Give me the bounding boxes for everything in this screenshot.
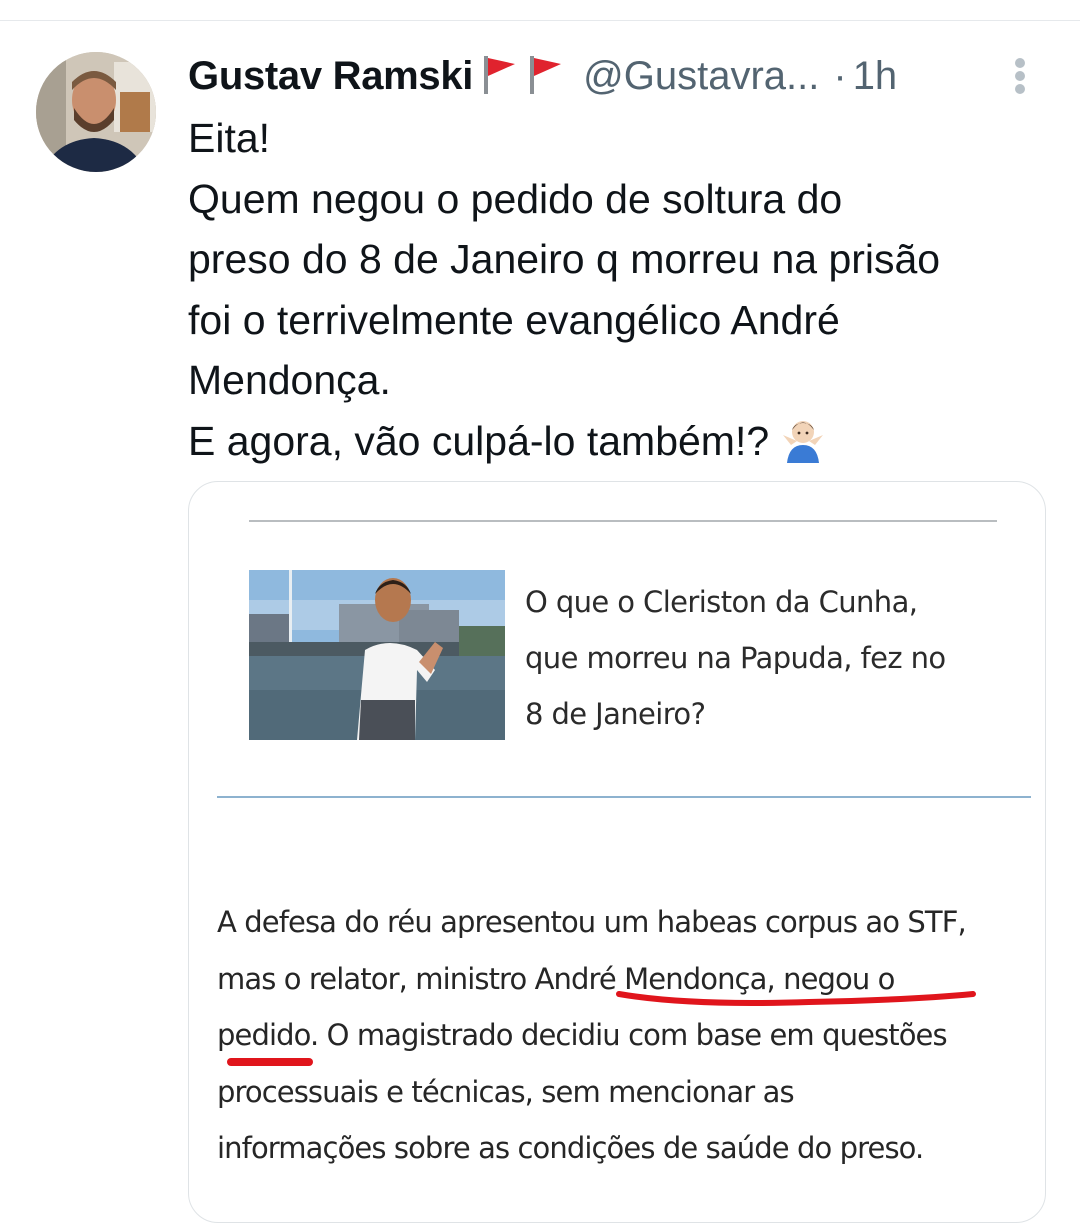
red-flag-icon xyxy=(525,52,565,101)
avatar[interactable] xyxy=(36,52,156,172)
tweet-line-last: E agora, vão culpá-lo também!? xyxy=(188,411,1058,480)
top-divider xyxy=(0,20,1080,21)
headline-line: que morreu na Papuda, fez no xyxy=(525,641,946,675)
person-shrugging-icon xyxy=(777,415,829,480)
tweet-header: Gustav Ramski @Gustavra... · 1h xyxy=(188,48,897,104)
excerpt-line: informações sobre as condições de saúde … xyxy=(217,1131,924,1165)
article-excerpt: A defesa do réu apresentou um habeas cor… xyxy=(217,894,1037,1177)
avatar-photo xyxy=(36,52,156,172)
tweet-line: E agora, vão culpá-lo também!? xyxy=(188,417,770,464)
handle[interactable]: @Gustavra... xyxy=(583,54,819,99)
tweet-line: Mendonça. xyxy=(188,357,391,403)
tweet-line: foi o terrivelmente evangélico André xyxy=(188,296,840,343)
excerpt-line: processuais e técnicas, sem mencionar as xyxy=(217,1074,795,1109)
tweet-line: Quem negou o pedido de soltura do xyxy=(188,175,843,222)
card-divider xyxy=(249,520,997,522)
headline-line: 8 de Janeiro? xyxy=(525,697,706,731)
excerpt-line: mas o relator, ministro André Mendonça, … xyxy=(217,961,895,996)
tweet-line: preso do 8 de Janeiro q morreu na prisão xyxy=(188,236,941,282)
red-flag-icon xyxy=(479,52,519,101)
more-options-icon[interactable] xyxy=(1006,56,1034,96)
article-headline[interactable]: O que o Cleriston da Cunha, que morreu n… xyxy=(525,574,1005,742)
excerpt-line: A defesa do réu apresentou um habeas cor… xyxy=(217,905,967,939)
excerpt-line: pedido. O magistrado decidiu com base em… xyxy=(217,1018,948,1052)
separator-dot: · xyxy=(833,53,847,98)
timestamp[interactable]: 1h xyxy=(853,54,898,99)
article-separator xyxy=(217,796,1031,798)
tweet-line: Eita! xyxy=(188,115,271,161)
tweet-text: Eita! Quem negou o pedido de soltura do … xyxy=(188,108,1058,479)
link-card[interactable]: O que o Cleriston da Cunha, que morreu n… xyxy=(188,481,1046,1223)
article-thumbnail[interactable] xyxy=(249,570,505,740)
display-name[interactable]: Gustav Ramski xyxy=(188,54,473,99)
headline-line: O que o Cleriston da Cunha, xyxy=(525,585,918,619)
